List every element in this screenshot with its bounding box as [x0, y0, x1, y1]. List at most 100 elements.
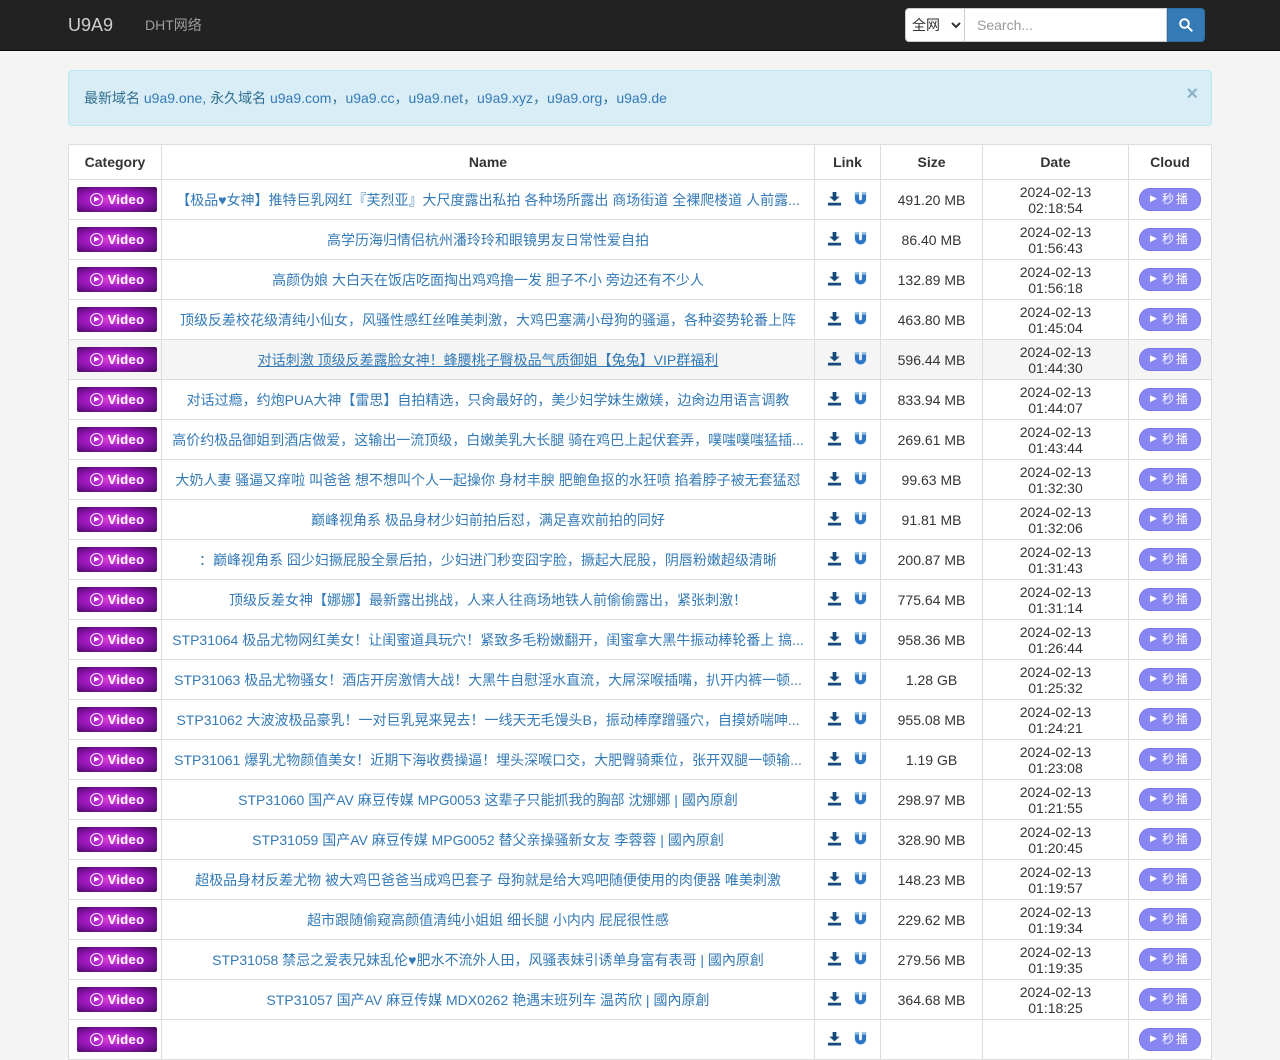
video-category-badge[interactable]: ▶ Video	[77, 827, 157, 852]
magnet-icon[interactable]	[853, 271, 868, 286]
instant-play-button[interactable]: ▶ 秒播	[1139, 587, 1201, 612]
instant-play-button[interactable]: ▶ 秒播	[1139, 427, 1201, 452]
magnet-icon[interactable]	[853, 391, 868, 406]
magnet-icon[interactable]	[853, 631, 868, 646]
torrent-title-link[interactable]: STP31061 爆乳尤物颜值美女！近期下海收费操逼！埋头深喉口交，大肥臀骑乘位…	[174, 752, 802, 768]
torrent-title-link[interactable]: STP31064 极品尤物网红美女！让闺蜜道具玩穴！紧致多毛粉嫩翻开，闺蜜拿大黑…	[172, 632, 804, 648]
download-icon[interactable]	[827, 951, 842, 966]
instant-play-button[interactable]: ▶ 秒播	[1139, 387, 1201, 412]
nav-link-dht[interactable]: DHT网络	[145, 15, 202, 35]
instant-play-button[interactable]: ▶ 秒播	[1139, 987, 1201, 1012]
magnet-icon[interactable]	[853, 831, 868, 846]
torrent-title-link[interactable]: STP31057 国产AV 麻豆传媒 MDX0262 艳遇末班列车 温芮欣 | …	[267, 992, 710, 1008]
magnet-icon[interactable]	[853, 991, 868, 1006]
magnet-icon[interactable]	[853, 911, 868, 926]
domain-link-cc[interactable]: u9a9.cc	[345, 90, 394, 106]
video-category-badge[interactable]: ▶ Video	[77, 427, 157, 452]
instant-play-button[interactable]: ▶ 秒播	[1139, 907, 1201, 932]
video-category-badge[interactable]: ▶ Video	[77, 307, 157, 332]
video-category-badge[interactable]: ▶ Video	[77, 507, 157, 532]
magnet-icon[interactable]	[853, 311, 868, 326]
torrent-title-link[interactable]: 高学历海归情侣杭州潘玲玲和眼镜男友日常性爱自拍	[327, 232, 649, 248]
torrent-title-link[interactable]: 顶级反差校花级清纯小仙女，风骚性感红丝唯美刺激，大鸡巴塞满小母狗的骚逼，各种姿势…	[180, 312, 796, 328]
magnet-icon[interactable]	[853, 791, 868, 806]
torrent-title-link[interactable]: 高颜伪娘 大白天在饭店吃面掏出鸡鸡撸一发 胆子不小 旁边还有不少人	[272, 272, 704, 288]
magnet-icon[interactable]	[853, 551, 868, 566]
instant-play-button[interactable]: ▶ 秒播	[1139, 707, 1201, 732]
magnet-icon[interactable]	[853, 711, 868, 726]
torrent-title-link[interactable]: STP31062 大波波极品豪乳！一对巨乳晃来晃去！一线天无毛馒头B，振动棒摩蹭…	[176, 712, 799, 728]
magnet-icon[interactable]	[853, 471, 868, 486]
instant-play-button[interactable]: ▶ 秒播	[1139, 467, 1201, 492]
video-category-badge[interactable]: ▶ Video	[77, 187, 157, 212]
instant-play-button[interactable]: ▶ 秒播	[1139, 827, 1201, 852]
torrent-title-link[interactable]: 顶级反差女神【娜娜】最新露出挑战，人来人往商场地铁人前偷偷露出，紧张刺激！	[229, 592, 747, 608]
download-icon[interactable]	[827, 631, 842, 646]
video-category-badge[interactable]: ▶ Video	[77, 467, 157, 492]
instant-play-button[interactable]: ▶ 秒播	[1139, 867, 1201, 892]
video-category-badge[interactable]: ▶ Video	[77, 947, 157, 972]
magnet-icon[interactable]	[853, 431, 868, 446]
torrent-title-link[interactable]: 巅峰视角系 极品身材少妇前拍后怼，满足喜欢前拍的同好	[311, 512, 665, 528]
search-input[interactable]	[965, 8, 1167, 42]
download-icon[interactable]	[827, 871, 842, 886]
torrent-title-link[interactable]: STP31063 极品尤物骚女！酒店开房激情大战！大黑牛自慰淫水直流，大屌深喉插…	[174, 672, 802, 688]
video-category-badge[interactable]: ▶ Video	[77, 987, 157, 1012]
video-category-badge[interactable]: ▶ Video	[77, 227, 157, 252]
video-category-badge[interactable]: ▶ Video	[77, 867, 157, 892]
video-category-badge[interactable]: ▶ Video	[77, 347, 157, 372]
video-category-badge[interactable]: ▶ Video	[77, 627, 157, 652]
video-category-badge[interactable]: ▶ Video	[77, 747, 157, 772]
torrent-title-link[interactable]: 超市跟随偷窥高颜值清纯小姐姐 细长腿 小内内 屁屁很性感	[307, 912, 669, 928]
download-icon[interactable]	[827, 391, 842, 406]
torrent-title-link[interactable]: 对话过瘾，约炮PUA大神【雷思】自拍精选，只肏最好的，美少妇学妹生嫩媄，边肏边用…	[187, 392, 790, 408]
torrent-title-link[interactable]: 超极品身材反差尤物 被大鸡巴爸爸当成鸡巴套子 母狗就是给大鸡吧随便使用的肉便器 …	[195, 872, 781, 888]
download-icon[interactable]	[827, 271, 842, 286]
instant-play-button[interactable]: ▶ 秒播	[1139, 787, 1201, 812]
video-category-badge[interactable]: ▶ Video	[77, 387, 157, 412]
instant-play-button[interactable]: ▶ 秒播	[1139, 667, 1201, 692]
instant-play-button[interactable]: ▶ 秒播	[1139, 227, 1201, 252]
instant-play-button[interactable]: ▶ 秒播	[1139, 347, 1201, 372]
brand-link[interactable]: U9A9	[68, 15, 113, 36]
magnet-icon[interactable]	[853, 511, 868, 526]
notice-close-icon[interactable]: ×	[1186, 84, 1198, 104]
video-category-badge[interactable]: ▶ Video	[77, 1027, 157, 1052]
video-category-badge[interactable]: ▶ Video	[77, 707, 157, 732]
download-icon[interactable]	[827, 671, 842, 686]
domain-link-one[interactable]: u9a9.one,	[144, 90, 206, 106]
domain-link-org[interactable]: u9a9.org	[547, 90, 602, 106]
instant-play-button[interactable]: ▶ 秒播	[1139, 747, 1201, 772]
download-icon[interactable]	[827, 831, 842, 846]
magnet-icon[interactable]	[853, 191, 868, 206]
magnet-icon[interactable]	[853, 231, 868, 246]
video-category-badge[interactable]: ▶ Video	[77, 907, 157, 932]
download-icon[interactable]	[827, 431, 842, 446]
domain-link-com[interactable]: u9a9.com	[270, 90, 331, 106]
download-icon[interactable]	[827, 911, 842, 926]
video-category-badge[interactable]: ▶ Video	[77, 587, 157, 612]
magnet-icon[interactable]	[853, 751, 868, 766]
torrent-title-link[interactable]: 大奶人妻 骚逼又痒啦 叫爸爸 想不想叫个人一起操你 身材丰腴 肥鲍鱼抠的水狂喷 …	[175, 472, 800, 488]
magnet-icon[interactable]	[853, 591, 868, 606]
video-category-badge[interactable]: ▶ Video	[77, 787, 157, 812]
magnet-icon[interactable]	[853, 1031, 868, 1046]
download-icon[interactable]	[827, 711, 842, 726]
torrent-title-link[interactable]: STP31058 禁忌之爱表兄妹乱伦♥肥水不流外人田，风骚表妹引诱单身富有表哥 …	[212, 952, 764, 968]
instant-play-button[interactable]: ▶ 秒播	[1139, 267, 1201, 292]
download-icon[interactable]	[827, 511, 842, 526]
video-category-badge[interactable]: ▶ Video	[77, 547, 157, 572]
domain-link-net[interactable]: u9a9.net	[409, 90, 464, 106]
torrent-title-link[interactable]: STP31059 国产AV 麻豆传媒 MPG0052 替父亲操骚新女友 李蓉蓉 …	[252, 832, 724, 848]
download-icon[interactable]	[827, 311, 842, 326]
instant-play-button[interactable]: ▶ 秒播	[1139, 187, 1201, 212]
download-icon[interactable]	[827, 991, 842, 1006]
download-icon[interactable]	[827, 791, 842, 806]
torrent-title-link[interactable]: 对话刺激 顶级反差露脸女神！蜂腰桃子臀极品气质御姐【兔兔】VIP群福利	[258, 352, 718, 368]
domain-link-xyz[interactable]: u9a9.xyz	[477, 90, 533, 106]
instant-play-button[interactable]: ▶ 秒播	[1139, 627, 1201, 652]
video-category-badge[interactable]: ▶ Video	[77, 267, 157, 292]
download-icon[interactable]	[827, 751, 842, 766]
download-icon[interactable]	[827, 1031, 842, 1046]
torrent-title-link[interactable]: 【极品♥女神】推特巨乳网红『芙烈亚』大尺度露出私拍 各种场所露出 商场街道 全裸…	[176, 192, 800, 208]
